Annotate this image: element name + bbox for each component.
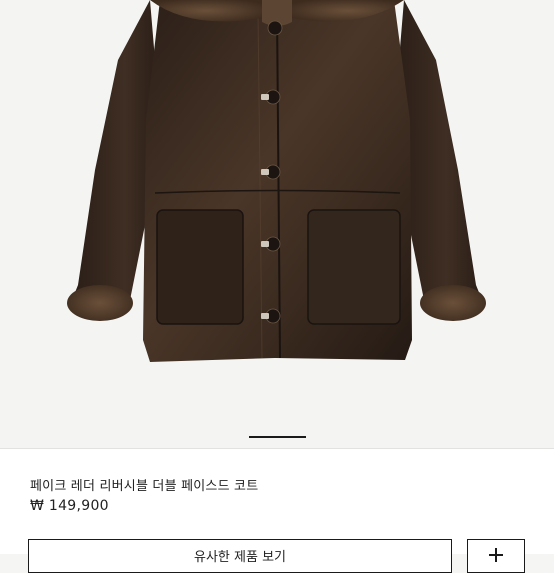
- left-cuff: [67, 285, 133, 321]
- right-cuff: [420, 285, 486, 321]
- image-pager: [0, 436, 554, 438]
- add-button[interactable]: [467, 539, 525, 573]
- product-price: ₩ 149,900: [30, 498, 109, 514]
- view-similar-button[interactable]: 유사한 제품 보기: [28, 539, 452, 573]
- product-info: 페이크 레더 리버시블 더블 페이스드 코트 ₩ 149,900 유사한 제품 …: [0, 449, 554, 573]
- coat-illustration: [67, 0, 486, 362]
- right-pocket: [307, 209, 401, 325]
- view-similar-label: 유사한 제품 보기: [194, 550, 286, 565]
- product-title: 페이크 레더 리버시블 더블 페이스드 코트: [30, 479, 259, 494]
- pager-active-indicator: [249, 436, 306, 438]
- product-image[interactable]: [0, 0, 554, 448]
- add-icon: [489, 548, 503, 562]
- left-pocket: [156, 209, 244, 325]
